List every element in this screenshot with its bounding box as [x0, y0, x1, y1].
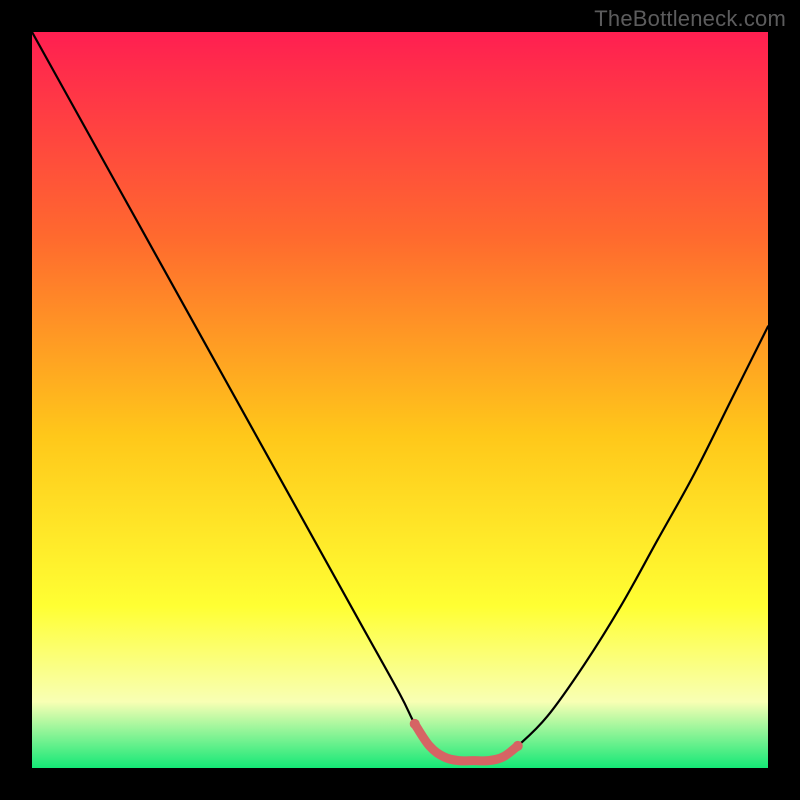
plot-area [32, 32, 768, 768]
chart-svg [32, 32, 768, 768]
optimal-zone-marker-left [410, 719, 420, 729]
optimal-zone-marker-right [513, 741, 523, 751]
gradient-background [32, 32, 768, 768]
watermark-text: TheBottleneck.com [594, 6, 786, 32]
chart-frame: TheBottleneck.com [0, 0, 800, 800]
